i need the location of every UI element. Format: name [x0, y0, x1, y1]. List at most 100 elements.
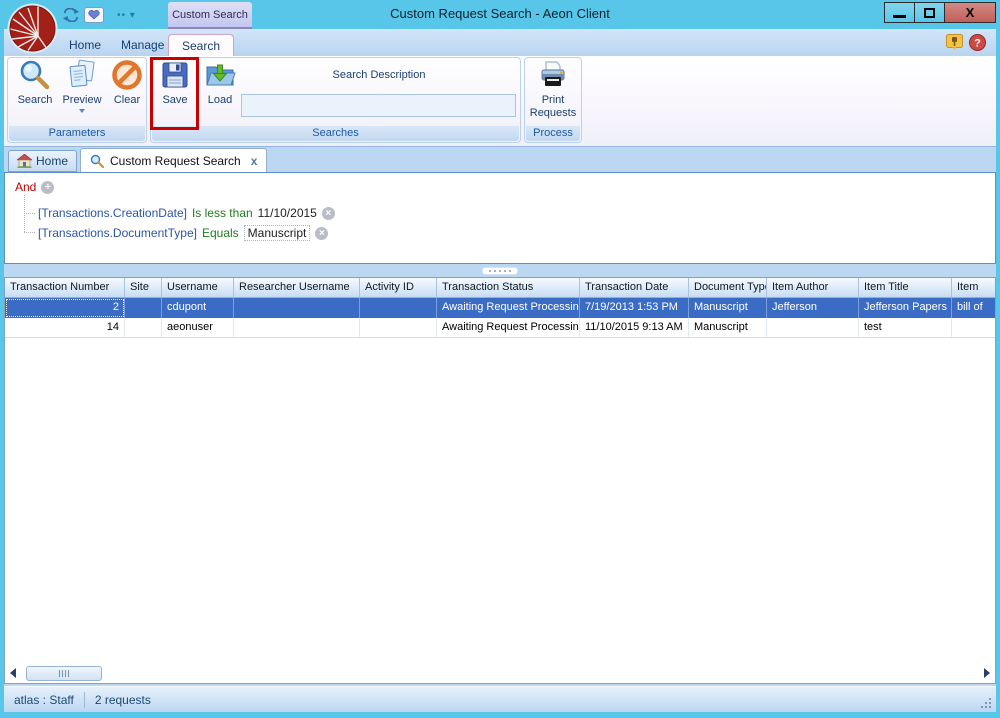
preview-dropdown-icon — [79, 109, 85, 113]
ribbon-tab-manage[interactable]: Manage — [108, 34, 177, 56]
grid-column-header[interactable]: Document Type — [689, 278, 767, 297]
query-condition-row: [Transactions.DocumentType] Equals Manus… — [38, 225, 328, 241]
document-tab-bar: Home Custom Request Search x — [4, 147, 996, 172]
clear-icon — [111, 59, 143, 91]
resize-grip-icon[interactable] — [978, 695, 991, 708]
aeon-client-window: Custom Request Search - Aeon Client X — [0, 0, 1000, 718]
results-grid: Transaction NumberSiteUsernameResearcher… — [4, 277, 996, 684]
grid-cell[interactable] — [360, 318, 437, 337]
condition-field[interactable]: [Transactions.CreationDate] — [38, 206, 187, 220]
grid-column-header[interactable]: Activity ID — [360, 278, 437, 297]
load-icon — [204, 59, 236, 91]
grid-cell[interactable]: 14 — [5, 318, 125, 337]
query-condition-row: [Transactions.CreationDate] Is less than… — [38, 206, 335, 220]
ribbon-tab-home[interactable]: Home — [56, 34, 114, 56]
condition-operator[interactable]: Equals — [202, 226, 239, 240]
aeon-logo-icon — [7, 3, 58, 54]
condition-value[interactable]: Manuscript — [244, 225, 311, 241]
preview-button[interactable]: Preview — [59, 59, 105, 113]
query-root-operator[interactable]: And — [15, 180, 36, 194]
grid-cell[interactable]: 7/19/2013 1:53 PM — [580, 298, 689, 318]
grid-cell[interactable]: Manuscript — [689, 318, 767, 337]
pin-icon[interactable] — [946, 34, 963, 51]
grid-cell[interactable]: Jefferson — [767, 298, 859, 318]
aeon-logo-button[interactable] — [7, 3, 58, 54]
preview-icon — [66, 59, 98, 91]
grid-cell[interactable]: Jefferson Papers — [859, 298, 952, 318]
svg-text:?: ? — [974, 38, 981, 50]
contextual-tab-custom-search[interactable]: Custom Search — [168, 2, 252, 29]
scroll-right-button[interactable] — [980, 665, 994, 681]
tab-search-icon — [90, 154, 104, 168]
grid-cell[interactable] — [767, 318, 859, 337]
status-bar: atlas : Staff 2 requests — [4, 686, 996, 712]
condition-field[interactable]: [Transactions.DocumentType] — [38, 226, 197, 240]
grid-cell[interactable] — [125, 298, 162, 318]
grid-column-header[interactable]: Researcher Username — [234, 278, 360, 297]
add-condition-icon[interactable]: + — [41, 181, 54, 194]
tab-close-icon[interactable]: x — [251, 154, 258, 168]
scrollbar-thumb[interactable] — [26, 666, 102, 681]
doc-tab-home[interactable]: Home — [8, 150, 77, 172]
qat-overflow-button[interactable]: •• ▾ — [117, 10, 136, 21]
grid-column-header[interactable]: Site — [125, 278, 162, 297]
panel-splitter[interactable] — [4, 264, 996, 277]
grid-header-row: Transaction NumberSiteUsernameResearcher… — [5, 278, 995, 298]
grid-column-header[interactable]: Item Title — [859, 278, 952, 297]
grid-column-header[interactable]: Item Author — [767, 278, 859, 297]
grid-row[interactable]: 2 cdupont Awaiting Request Processing7/19/… — [5, 298, 995, 318]
grid-cell[interactable]: test — [859, 318, 952, 337]
help-icon[interactable]: ? — [969, 34, 986, 51]
grid-cell[interactable]: aeonuser — [162, 318, 234, 337]
sync-icon[interactable] — [63, 8, 79, 22]
title-bar[interactable]: Custom Request Search - Aeon Client X — [0, 0, 1000, 28]
grid-column-header[interactable]: Transaction Status — [437, 278, 580, 297]
grid-cell[interactable] — [360, 298, 437, 318]
remove-condition-icon[interactable]: × — [315, 227, 328, 240]
window-title: Custom Request Search - Aeon Client — [200, 6, 800, 21]
grid-cell[interactable]: cdupont — [162, 298, 234, 318]
search-button[interactable]: Search — [13, 59, 57, 107]
grid-column-header[interactable]: Transaction Date — [580, 278, 689, 297]
grid-cell[interactable] — [952, 318, 996, 337]
group-label-process: Process — [526, 126, 580, 141]
condition-value[interactable]: 11/10/2015 — [258, 206, 317, 220]
load-button[interactable]: Load — [199, 59, 241, 107]
clear-button[interactable]: Clear — [106, 59, 148, 107]
horizontal-scrollbar[interactable] — [6, 664, 994, 682]
ribbon-tab-search[interactable]: Search — [168, 34, 234, 56]
grid-column-header[interactable]: Transaction Number — [5, 278, 125, 297]
status-request-count: 2 requests — [85, 693, 161, 707]
scroll-left-button[interactable] — [6, 665, 20, 681]
grid-cell[interactable]: Manuscript — [689, 298, 767, 318]
load-button-label: Load — [208, 94, 232, 107]
grid-cell[interactable] — [234, 298, 360, 318]
grid-cell[interactable] — [234, 318, 360, 337]
print-requests-button[interactable]: Print Requests — [528, 59, 578, 120]
grid-column-header[interactable]: Username — [162, 278, 234, 297]
search-description-input[interactable] — [241, 94, 516, 117]
print-requests-label-2: Requests — [530, 107, 576, 120]
remove-condition-icon[interactable]: × — [322, 207, 335, 220]
close-button[interactable]: X — [944, 2, 996, 23]
maximize-button[interactable] — [914, 2, 945, 23]
status-user: atlas : Staff — [4, 693, 84, 707]
grid-cell[interactable] — [125, 318, 162, 337]
grid-cell[interactable]: Awaiting Request Processing — [437, 318, 580, 337]
condition-operator[interactable]: Is less than — [192, 206, 253, 220]
save-button[interactable]: Save — [155, 59, 195, 107]
grid-cell[interactable]: Awaiting Request Processing — [437, 298, 580, 318]
doc-tab-custom-request-search[interactable]: Custom Request Search x — [80, 148, 267, 172]
minimize-button[interactable] — [884, 2, 915, 23]
home-icon — [17, 154, 32, 168]
query-builder-panel: And + [Transactions.CreationDate] Is les… — [4, 172, 996, 264]
grid-row[interactable]: 14 aeonuser Awaiting Request Processing11/… — [5, 318, 995, 338]
grid-cell[interactable]: 11/10/2015 9:13 AM — [580, 318, 689, 337]
grid-cell[interactable]: bill of — [952, 298, 996, 318]
ribbon-tab-row: Home Manage Search ? — [4, 29, 996, 56]
scroll-left-icon — [10, 668, 16, 678]
favorite-icon[interactable] — [84, 7, 104, 23]
grid-cell[interactable]: 2 — [5, 298, 125, 318]
content-area: Home Custom Request Search x And + [Tran… — [4, 147, 996, 712]
grid-column-header[interactable]: Item — [952, 278, 996, 297]
